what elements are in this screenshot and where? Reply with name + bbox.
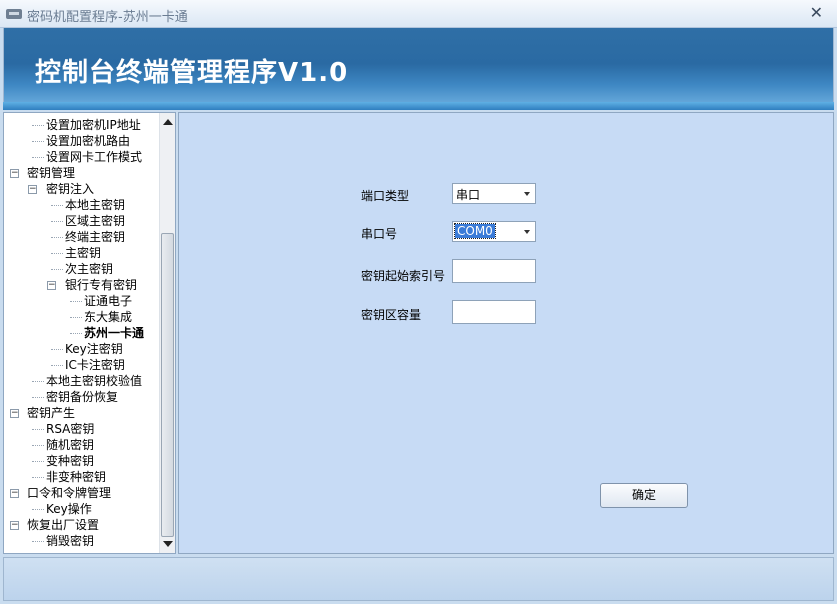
tree-item-label: Key操作 — [46, 502, 92, 516]
tree-connector — [32, 157, 44, 158]
tree-item-label: 本地主密钥 — [65, 198, 126, 212]
tree-item-label: 设置加密机路由 — [46, 134, 131, 148]
banner-title: 控制台终端管理程序V1.0 — [35, 58, 349, 88]
tree-item-label: 设置加密机IP地址 — [46, 118, 141, 132]
tree-item-label: 密钥注入 — [46, 182, 95, 196]
tree-connector — [32, 445, 44, 446]
collapse-icon[interactable]: − — [10, 409, 19, 418]
tree-connector — [32, 461, 44, 462]
tree-item-label: 区域主密钥 — [65, 214, 126, 228]
tree-connector — [51, 205, 63, 206]
scroll-down-icon[interactable] — [163, 541, 173, 547]
tree-connector — [51, 237, 63, 238]
tree-connector — [32, 541, 44, 542]
tree-connector — [51, 365, 63, 366]
tree-item-label: 密钥管理 — [27, 166, 76, 180]
tree-item-label: 设置网卡工作模式 — [46, 150, 143, 164]
title-bar: 密码机配置程序-苏州一卡通 ✕ — [0, 0, 837, 28]
tree-connector — [51, 253, 63, 254]
tree-connector — [51, 221, 63, 222]
navigation-tree-panel: 设置加密机IP地址 设置加密机路由 设置网卡工作模式 − 密钥管理 − 密钥注入 本地主密钥区… — [3, 112, 176, 554]
collapse-icon[interactable]: − — [10, 521, 19, 530]
tree-item-label: IC卡注密钥 — [65, 358, 125, 372]
tree-connector — [32, 477, 44, 478]
scroll-thumb[interactable] — [161, 233, 174, 537]
tree-connector — [51, 349, 63, 350]
tree-item-label: Key注密钥 — [65, 342, 123, 356]
tree-item-label: 银行专有密钥 — [65, 278, 138, 292]
tree-connector — [51, 269, 63, 270]
tree-item-label: RSA密钥 — [46, 422, 95, 436]
serial-port-label: 串口号 — [361, 227, 398, 241]
tree-connector — [32, 141, 44, 142]
tree-connector — [32, 429, 44, 430]
tree-item-label: 恢复出厂设置 — [27, 518, 100, 532]
tree-item-label: 本地主密钥校验值 — [46, 374, 143, 388]
tree-item-label: 密钥备份恢复 — [46, 390, 119, 404]
ok-button[interactable]: 确定 — [600, 483, 688, 508]
tree-item-label: 销毁密钥 — [46, 534, 95, 548]
tree-connector — [70, 333, 82, 334]
collapse-icon[interactable]: − — [10, 169, 19, 178]
tree-connector — [32, 381, 44, 382]
tree-connector — [32, 509, 44, 510]
tree-item-label: 证通电子 — [84, 294, 133, 308]
port-type-select[interactable]: 串口 — [452, 183, 536, 204]
app-icon — [6, 9, 22, 19]
main-panel: 端口类型 串口 串口号 COM0 密钥起始索引号 密钥区容量 确定 — [178, 112, 834, 554]
tree-item-label: 随机密钥 — [46, 438, 95, 452]
status-bar — [3, 557, 834, 601]
tree-connector — [32, 125, 44, 126]
tree-item-label: 密钥产生 — [27, 406, 76, 420]
chevron-down-icon[interactable] — [524, 230, 530, 234]
scroll-up-icon[interactable] — [163, 119, 173, 125]
collapse-icon[interactable]: − — [47, 281, 56, 290]
tree-connector — [70, 317, 82, 318]
tree-item-label: 终端主密钥 — [65, 230, 126, 244]
tree-connector — [32, 397, 44, 398]
collapse-icon[interactable]: − — [10, 489, 19, 498]
chevron-down-icon[interactable] — [524, 192, 530, 196]
key-start-index-input[interactable] — [452, 259, 536, 283]
serial-port-value: COM0 — [454, 223, 496, 239]
tree-item-label: 非变种密钥 — [46, 470, 107, 484]
close-icon[interactable]: ✕ — [810, 3, 823, 22]
port-type-label: 端口类型 — [361, 189, 410, 203]
header-banner: 控制台终端管理程序V1.0 — [3, 28, 834, 108]
key-start-index-label: 密钥起始索引号 — [361, 269, 446, 283]
window-title: 密码机配置程序-苏州一卡通 — [27, 10, 188, 25]
serial-port-select[interactable]: COM0 — [452, 221, 536, 242]
port-type-value: 串口 — [456, 188, 481, 202]
banner-divider — [3, 102, 834, 110]
tree-item-label: 东大集成 — [84, 310, 133, 324]
tree-connector — [70, 301, 82, 302]
key-area-capacity-input[interactable] — [452, 300, 536, 324]
key-area-capacity-label: 密钥区容量 — [361, 308, 422, 322]
tree-item-label: 主密钥 — [65, 246, 102, 260]
collapse-icon[interactable]: − — [28, 185, 37, 194]
tree-item-label: 变种密钥 — [46, 454, 95, 468]
tree-item-label: 口令和令牌管理 — [27, 486, 112, 500]
tree-scrollbar[interactable] — [159, 113, 175, 553]
tree-item-label: 次主密钥 — [65, 262, 114, 276]
tree-item-label: 苏州一卡通 — [84, 326, 145, 340]
